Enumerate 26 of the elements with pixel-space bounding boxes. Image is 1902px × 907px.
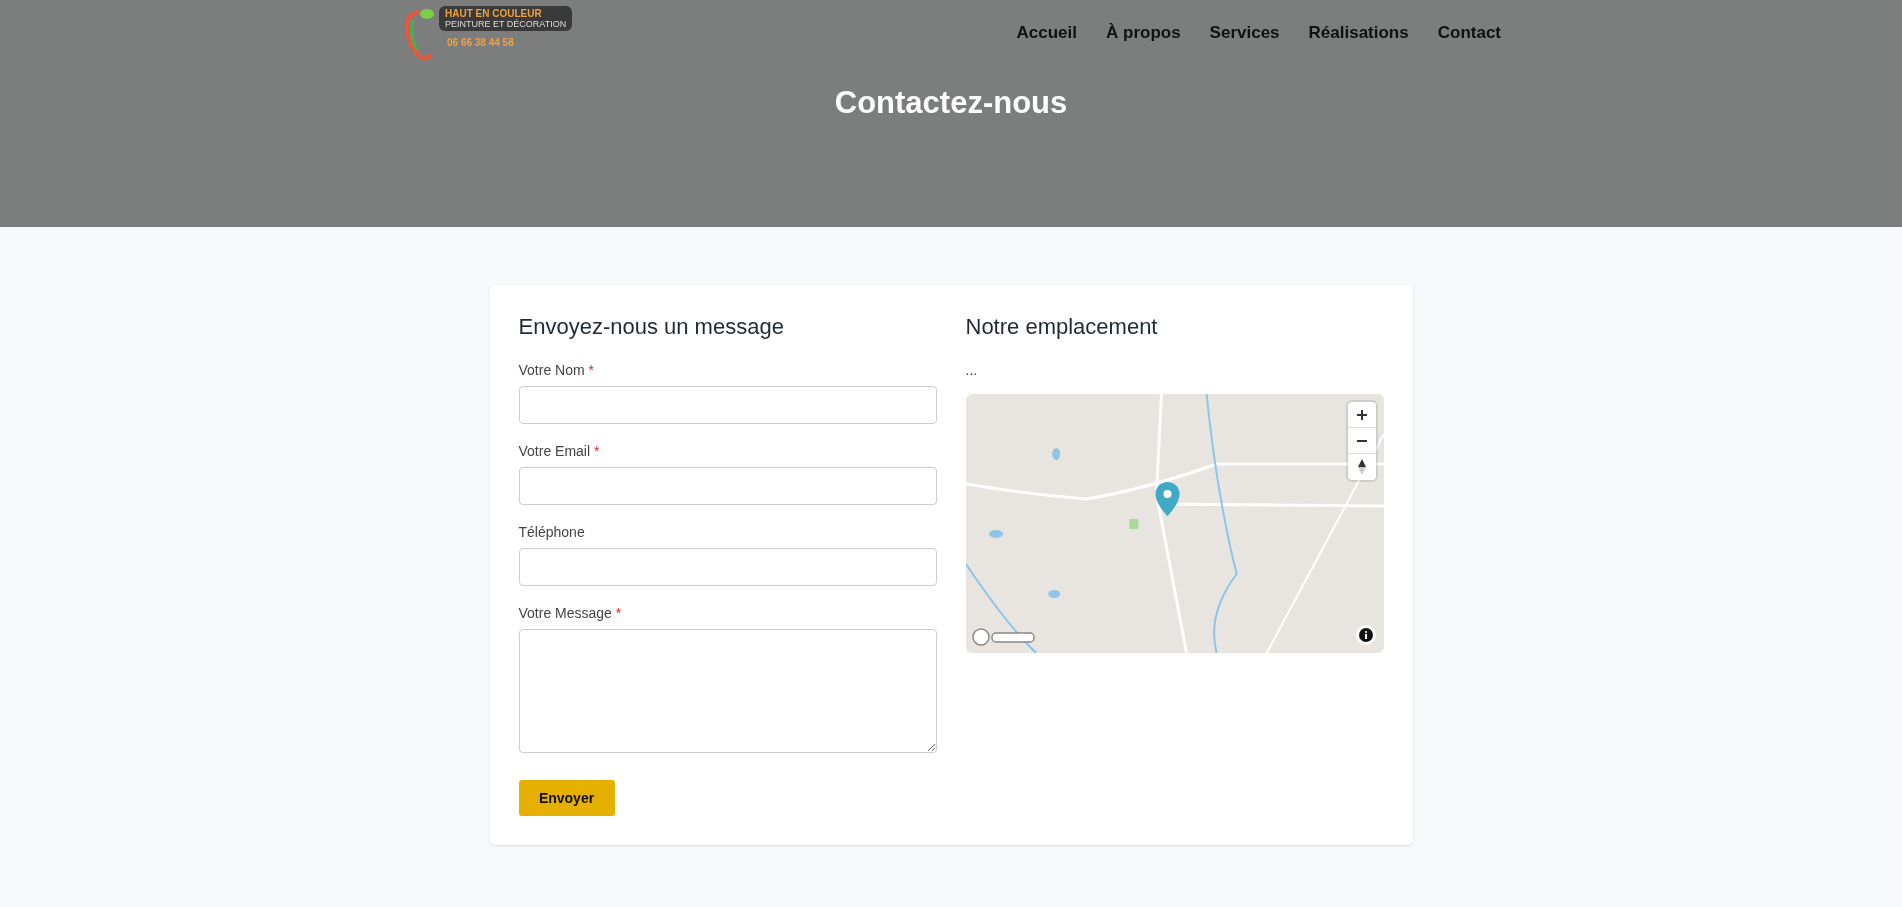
message-field[interactable]	[518, 629, 937, 753]
nav-link[interactable]: Services	[1209, 23, 1280, 43]
page-title: Contactez-nous	[833, 85, 1069, 121]
minus-icon	[1355, 439, 1368, 442]
phone-number: 06 66 38 44 58	[447, 37, 515, 48]
nav-link[interactable]: Accueil	[1016, 23, 1077, 43]
form-title: Envoyez-nous un message	[518, 314, 785, 340]
nav-link[interactable]: Réalisations	[1308, 23, 1409, 43]
field-label: Votre Message *	[518, 605, 623, 621]
plus-icon	[1355, 408, 1368, 421]
address-text: ...	[965, 362, 979, 378]
info-icon	[1358, 628, 1373, 642]
field-label: Téléphone	[518, 524, 586, 540]
field-label: Votre Email *	[518, 443, 601, 459]
send-button[interactable]: Envoyer	[518, 780, 615, 816]
input-field[interactable]	[518, 467, 937, 505]
tagline: PEINTURE ET DÉCORATION	[445, 19, 567, 29]
field-label: Votre Nom *	[518, 362, 595, 378]
brand-name: HAUT EN COULEUR	[445, 8, 543, 19]
compass-icon	[1357, 459, 1366, 475]
location-title: Notre emplacement	[965, 314, 1159, 340]
nav-link[interactable]: À propos	[1106, 23, 1181, 43]
input-field[interactable]	[518, 386, 937, 424]
nav-link[interactable]: Contact	[1437, 23, 1501, 43]
logo[interactable]: HAUT EN COULEUR PEINTURE ET DÉCORATION 06 66 38 44 58	[401, 6, 591, 67]
input-field[interactable]	[518, 548, 937, 586]
